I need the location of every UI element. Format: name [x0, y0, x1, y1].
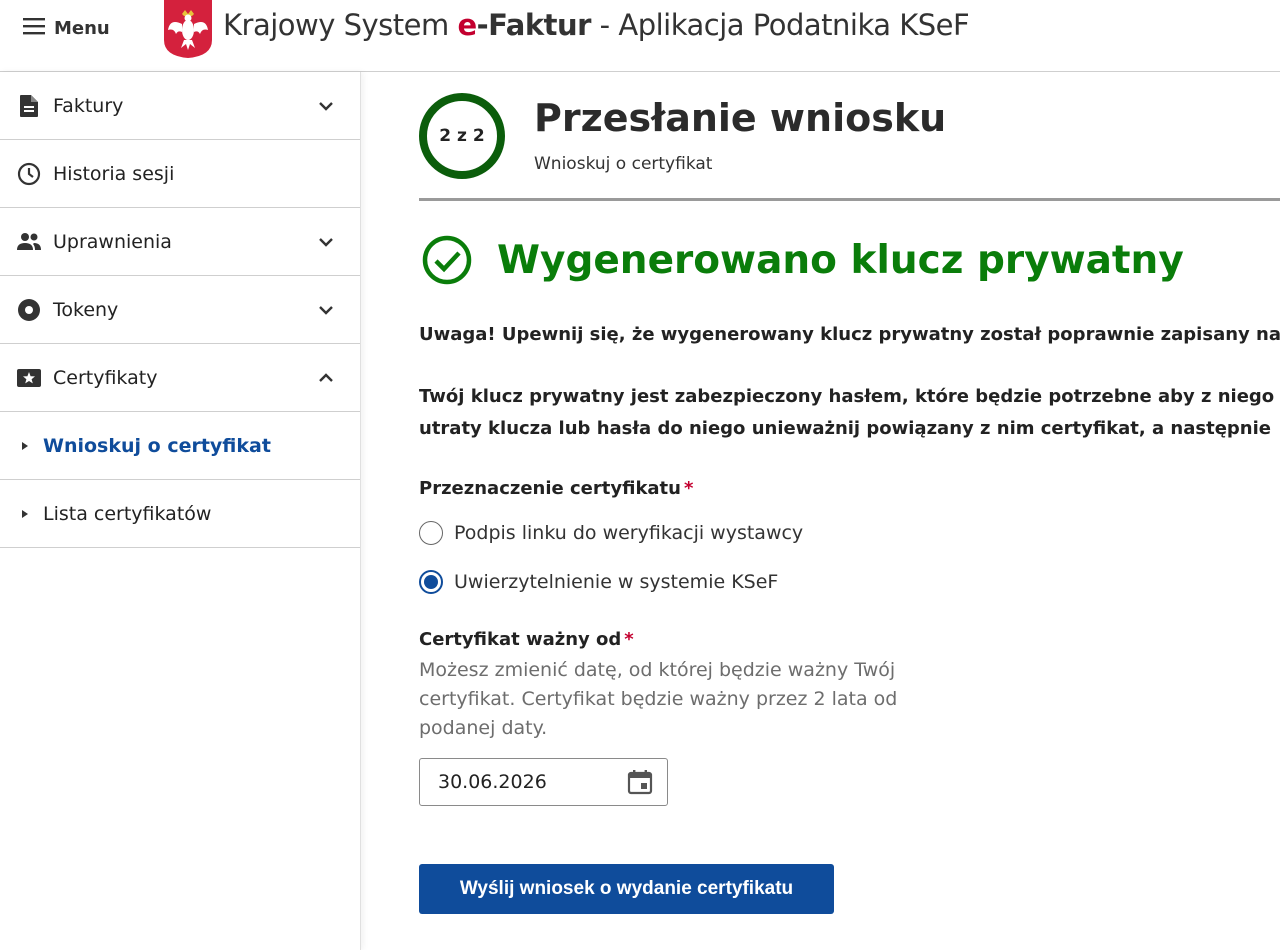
- page-title: Przesłanie wniosku: [534, 96, 947, 140]
- radio-button[interactable]: [419, 521, 443, 545]
- sidebar-subitem-lista-certyfikatow[interactable]: Lista certyfikatów: [0, 480, 360, 548]
- main-content: 2 z 2 Przesłanie wniosku Wnioskuj o cert…: [419, 72, 1280, 950]
- title-prefix: Krajowy System: [223, 8, 458, 42]
- purpose-label: Przeznaczenie certyfikatu *: [419, 478, 693, 499]
- calendar-icon[interactable]: [627, 769, 653, 795]
- header-divider: [419, 198, 1280, 201]
- page-subtitle: Wnioskuj o certyfikat: [534, 154, 713, 174]
- valid-from-date-input[interactable]: 30.06.2026: [419, 758, 668, 806]
- chevron-down-icon: [316, 300, 336, 320]
- chevron-down-icon: [316, 96, 336, 116]
- purpose-option-podpis[interactable]: Podpis linku do weryfikacji wystawcy: [419, 521, 803, 545]
- polish-eagle-logo: [162, 0, 214, 58]
- check-circle-icon: [419, 232, 475, 288]
- chevron-down-icon: [316, 232, 336, 252]
- sidebar-subitem-wnioskuj[interactable]: Wnioskuj o certyfikat: [0, 412, 360, 480]
- menu-label: Menu: [54, 17, 110, 39]
- sidebar-item-faktury[interactable]: Faktury: [0, 72, 360, 140]
- menu-button[interactable]: Menu: [22, 14, 110, 42]
- sidebar-subitem-label: Wnioskuj o certyfikat: [43, 434, 271, 457]
- bullet-triangle-icon: [22, 509, 28, 518]
- sidebar-item-uprawnienia[interactable]: Uprawnienia: [0, 208, 360, 276]
- sidebar-item-label: Tokeny: [53, 298, 119, 321]
- required-mark: *: [624, 629, 634, 650]
- purpose-option-uwierzytelnienie[interactable]: Uwierzytelnienie w systemie KSeF: [419, 570, 778, 594]
- step-indicator: 2 z 2: [419, 93, 505, 179]
- sidebar-item-label: Uprawnienia: [53, 230, 172, 253]
- success-message: Wygenerowano klucz prywatny: [497, 237, 1184, 283]
- valid-from-label-text: Certyfikat ważny od: [419, 629, 622, 650]
- sidebar-item-label: Historia sesji: [53, 162, 175, 185]
- sidebar-item-label: Faktury: [53, 94, 124, 117]
- info-notice-line1: Twój klucz prywatny jest zabezpieczony h…: [419, 386, 1275, 407]
- title-e: e: [457, 8, 477, 42]
- radio-label: Uwierzytelnienie w systemie KSeF: [454, 571, 779, 593]
- document-icon: [16, 93, 42, 119]
- sidebar-item-certyfikaty[interactable]: Certyfikaty: [0, 344, 360, 412]
- title-suffix: - Aplikacja Podatnika KSeF: [590, 8, 970, 42]
- clock-icon: [16, 161, 42, 187]
- hamburger-icon: [22, 16, 46, 40]
- required-mark: *: [683, 478, 694, 499]
- bullet-triangle-icon: [22, 441, 28, 450]
- submit-certificate-request-button[interactable]: Wyślij wniosek o wydanie certyfikatu: [419, 864, 834, 914]
- success-banner: Wygenerowano klucz prywatny: [419, 232, 1184, 288]
- warning-notice: Uwaga! Upewnij się, że wygenerowany kluc…: [419, 324, 1280, 345]
- chevron-up-icon: [316, 368, 336, 388]
- sidebar-subitem-label: Lista certyfikatów: [43, 502, 212, 525]
- people-icon: [16, 229, 42, 255]
- valid-from-label: Certyfikat ważny od *: [419, 629, 634, 650]
- purpose-label-text: Przeznaczenie certyfikatu: [419, 478, 681, 499]
- sidebar-nav: Faktury Historia sesji Uprawnienia Token…: [0, 72, 361, 950]
- top-header: Menu Krajowy System e-Faktur - Aplikacja…: [0, 0, 1280, 72]
- radio-label: Podpis linku do weryfikacji wystawcy: [454, 522, 804, 544]
- info-notice-line2: utraty klucza lub hasła do niego unieważ…: [419, 418, 1271, 439]
- certificate-star-icon: [16, 365, 42, 391]
- sidebar-item-tokeny[interactable]: Tokeny: [0, 276, 360, 344]
- title-faktur: -Faktur: [476, 8, 592, 42]
- valid-from-hint: Możesz zmienić datę, od której będzie wa…: [419, 659, 898, 739]
- radio-dot: [424, 575, 438, 589]
- sidebar-item-label: Certyfikaty: [53, 366, 158, 389]
- sidebar-item-historia-sesji[interactable]: Historia sesji: [0, 140, 360, 208]
- app-title: Krajowy System e-Faktur - Aplikacja Poda…: [223, 8, 970, 42]
- radio-button-checked[interactable]: [419, 570, 443, 594]
- token-disc-icon: [16, 297, 42, 323]
- date-value: 30.06.2026: [438, 771, 547, 793]
